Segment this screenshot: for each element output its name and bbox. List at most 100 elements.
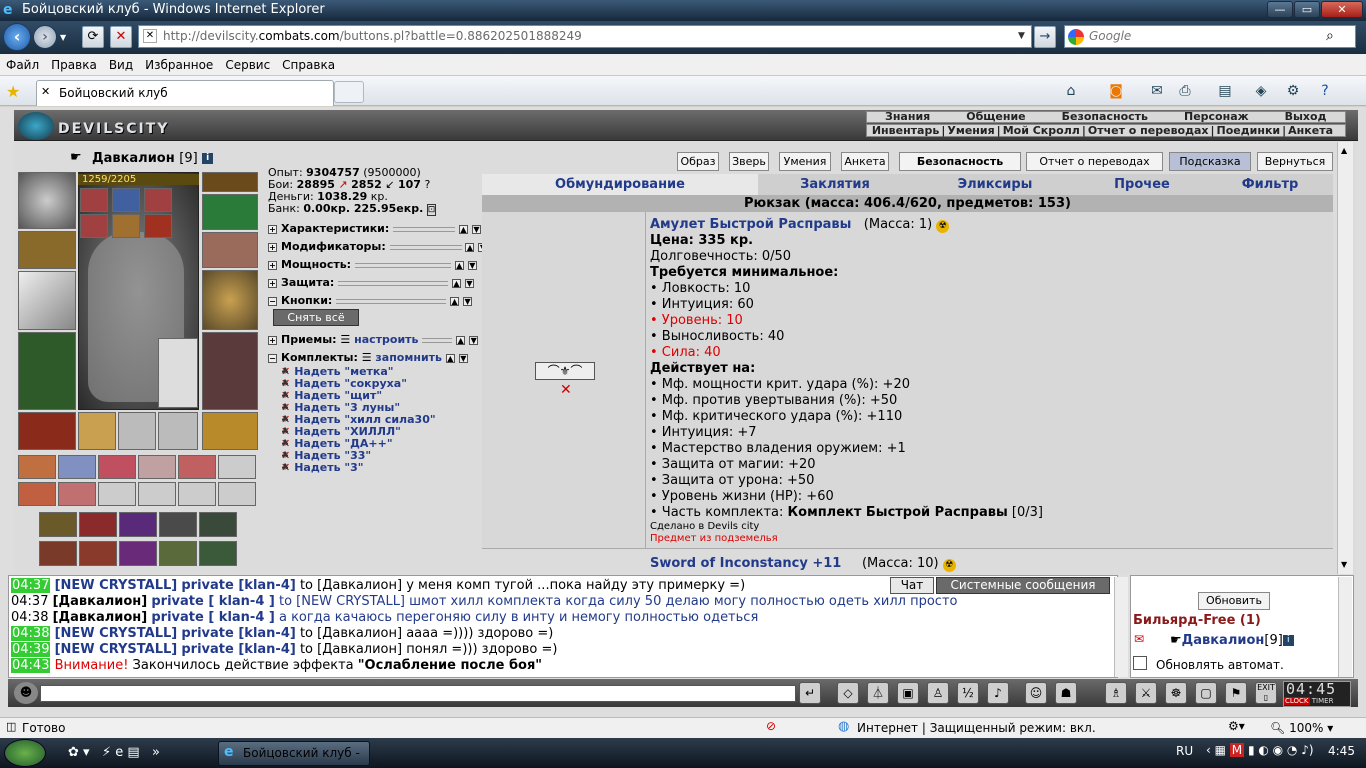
print-icon[interactable]: ⎙ [1176,82,1194,100]
back-button[interactable]: ‹ [3,23,31,51]
smiley-icon[interactable]: ☺ [1025,682,1047,704]
page-icon[interactable]: ▤ [1216,82,1234,100]
content-scrollbar[interactable] [1337,142,1353,574]
magic-slot[interactable] [18,482,56,506]
address-dropdown-icon[interactable]: ▼ [1018,31,1025,41]
history-dropdown-icon[interactable]: ▼ [60,33,66,42]
menu-help[interactable]: Справка [276,54,341,76]
button-skills[interactable]: Умения [779,152,831,171]
eraser-icon[interactable]: ◇ [837,682,859,704]
favorites-star-icon[interactable]: ★ [6,82,20,101]
scroll-down-icon[interactable]: ▼ [1341,560,1347,569]
link-exit[interactable]: Выход [1267,110,1345,123]
chat-sender[interactable]: [NEW CRYSTALL] [55,626,178,641]
tray-icons[interactable]: ‹ ▦ M ▮ ◐ ◉ ◔ ♪) [1206,743,1314,757]
browser-tab[interactable]: Бойцовский клуб [36,80,334,106]
section-modifiers[interactable]: +Модификаторы: ▲▼ [268,240,491,253]
scroll-slot-6[interactable] [144,214,172,238]
amulet-slot[interactable] [202,172,258,192]
magic-slot[interactable] [178,482,216,506]
character-nick[interactable]: Давкалион [92,151,175,166]
bag-icon[interactable]: ▢ [1195,682,1217,704]
start-button[interactable] [4,739,46,767]
armor-slot[interactable] [18,332,76,410]
chat-speed-icon[interactable]: ½ [957,682,979,704]
shield-slot[interactable] [202,270,258,330]
magic-slot[interactable] [178,455,216,479]
room-scrollbar[interactable] [1338,577,1352,677]
timer-label[interactable]: TIMER [1312,697,1334,705]
button-transfer-report[interactable]: Отчет о переводах [1026,152,1163,171]
gloves-slot[interactable] [202,232,258,268]
section-power[interactable]: + Мощность: ▲ ▼ [268,258,481,271]
chat-sender[interactable]: [Давкалион] [53,610,148,625]
menu-favorites[interactable]: Избранное [139,54,219,76]
effect-icon[interactable] [119,541,157,566]
language-indicator[interactable]: RU [1176,744,1193,758]
feeds-icon[interactable]: ◙ [1107,82,1125,100]
magic-slot[interactable] [58,455,96,479]
room-user-info-icon[interactable]: i [1282,635,1294,646]
tab-equipment[interactable]: Обмундирование [482,174,758,195]
item2-name[interactable]: Sword of Inconstancy +11 [650,556,841,571]
chat-input[interactable] [40,685,796,702]
link-knowledge[interactable]: Знания [867,110,948,123]
info-icon[interactable]: i [202,153,214,164]
help-icon[interactable]: ? [1316,82,1334,100]
magic-slot[interactable] [98,482,136,506]
zoom-level[interactable]: 🔍︎ 100% ▾ [1270,718,1333,738]
stop-icon[interactable]: ✕ [110,26,132,48]
scroll-slot-3[interactable] [144,188,172,212]
effect-icon[interactable] [79,541,117,566]
go-button[interactable]: → [1034,26,1056,48]
chat-tab-system[interactable]: Системные сообщения [936,577,1110,594]
earrings-slot[interactable] [78,412,116,450]
friends-icon[interactable]: ☸ [1165,682,1187,704]
search-icon[interactable]: ⌕ [1326,28,1334,44]
effect-icon[interactable] [39,541,77,566]
refresh-room-button[interactable]: Обновить [1198,592,1270,610]
minimize-button[interactable]: — [1267,1,1293,18]
address-bar[interactable]: http://devilscity.combats.com/buttons.pl… [138,25,1032,48]
button-pet[interactable]: Зверь [729,152,769,171]
bracers-slot[interactable] [18,231,76,269]
close-button[interactable]: ✕ [1321,1,1363,18]
scroll-slot-4[interactable] [80,214,108,238]
chat-scrollbar[interactable] [1114,577,1128,677]
link-communication[interactable]: Общение [948,110,1043,123]
set-item[interactable]: ✕ Надеть "3" [281,462,436,474]
empty-slot-1[interactable] [118,412,156,450]
effect-icon[interactable] [159,541,197,566]
tab-filter[interactable]: Фильтр [1210,174,1330,195]
pet-owl-icon[interactable] [158,338,198,408]
menu-edit[interactable]: Правка [45,54,103,76]
section-sets[interactable]: − Комплекты: ☰ запомнить ▲ ▼ [268,351,472,364]
item-name[interactable]: Амулет Быстрой Расправы [650,217,851,232]
link-fights[interactable]: Поединки [1215,124,1283,137]
tricks-configure-link[interactable]: настроить [354,333,418,346]
effect-icon[interactable] [79,512,117,537]
chat-sender[interactable]: [Давкалион] [53,594,148,609]
inventory-icon[interactable]: ⚔ [1135,682,1157,704]
quicklaunch-icons[interactable]: ✿ ▾ ⚡ e ▤ » [68,745,160,760]
effect-icon[interactable] [199,512,237,537]
button-profile[interactable]: Анкета [841,152,889,171]
search-input[interactable]: Google [1064,25,1356,48]
section-tricks[interactable]: + Приемы: ☰ настроить ▲ ▼ [268,333,482,346]
effect-icon[interactable] [119,512,157,537]
set-label[interactable]: Надеть "3" [294,461,363,474]
button-return[interactable]: Вернуться [1257,152,1333,171]
chat-sender[interactable]: [NEW CRYSTALL] [55,578,178,593]
remove-all-button[interactable]: Снять всё [273,309,359,326]
magic-slot[interactable] [58,482,96,506]
character-menu-icon[interactable]: ♗ [1105,682,1127,704]
chat-sender[interactable]: [NEW CRYSTALL] [55,642,178,657]
rings-slot[interactable] [202,194,258,230]
link-character[interactable]: Персонаж [1166,110,1267,123]
magic-slot[interactable] [98,455,136,479]
menu-tools[interactable]: Сервис [219,54,276,76]
link-inventory[interactable]: Инвентарь [870,124,941,137]
tools-gear-icon[interactable]: ⚙ [1284,82,1302,100]
effect-icon[interactable] [199,541,237,566]
exit-icon[interactable]: EXIT ▯ [1255,682,1277,704]
